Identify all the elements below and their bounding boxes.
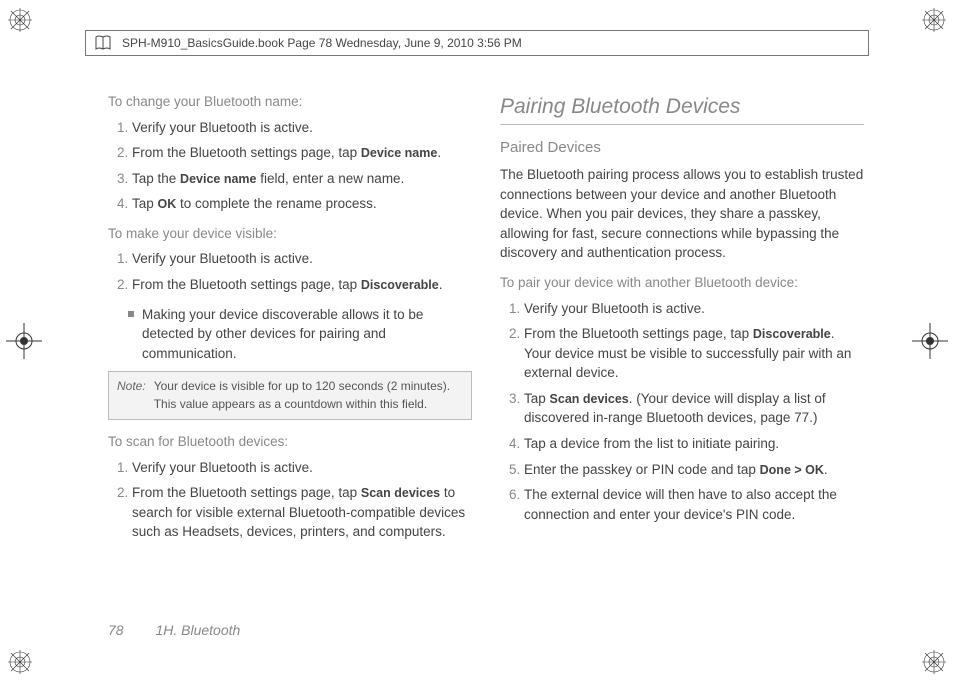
step-item: Enter the passkey or PIN code and tap Do… bbox=[524, 460, 864, 480]
page-number: 78 bbox=[108, 622, 124, 638]
step-item: The external device will then have to al… bbox=[524, 485, 864, 524]
page-footer: 78 1H. Bluetooth bbox=[108, 622, 240, 638]
step-text: Verify your Bluetooth is active. bbox=[524, 301, 705, 316]
sub-bullet-text: Making your device discoverable allows i… bbox=[142, 305, 472, 364]
step-text: From the Bluetooth settings page, tap bbox=[132, 485, 361, 500]
steps-list: Verify your Bluetooth is active. From the… bbox=[108, 458, 472, 542]
step-item: Tap OK to complete the rename process. bbox=[132, 194, 472, 214]
registration-mark-icon bbox=[912, 323, 948, 359]
steps-list: Verify your Bluetooth is active. From the… bbox=[108, 249, 472, 294]
step-text: field, enter a new name. bbox=[256, 171, 404, 186]
crop-mark-icon bbox=[922, 650, 946, 674]
step-item: Tap a device from the list to initiate p… bbox=[524, 434, 864, 454]
crop-mark-icon bbox=[922, 8, 946, 32]
paragraph: The Bluetooth pairing process allows you… bbox=[500, 165, 864, 263]
step-item: From the Bluetooth settings page, tap Di… bbox=[524, 324, 864, 383]
right-column: Pairing Bluetooth Devices Paired Devices… bbox=[500, 92, 864, 612]
ui-label: Discoverable bbox=[753, 327, 831, 341]
step-item: From the Bluetooth settings page, tap Di… bbox=[132, 275, 472, 295]
step-text: Tap bbox=[132, 196, 158, 211]
procedure-heading: To make your device visible: bbox=[108, 224, 472, 244]
step-text: Tap bbox=[524, 391, 550, 406]
step-item: Verify your Bluetooth is active. bbox=[132, 249, 472, 269]
sub-bullet: Making your device discoverable allows i… bbox=[128, 305, 472, 364]
ui-label: Scan devices bbox=[550, 392, 629, 406]
note-text: Your device is visible for up to 120 sec… bbox=[154, 378, 463, 413]
step-text: From the Bluetooth settings page, tap bbox=[132, 145, 361, 160]
step-text: . bbox=[439, 277, 443, 292]
step-item: Verify your Bluetooth is active. bbox=[132, 458, 472, 478]
registration-mark-icon bbox=[6, 323, 42, 359]
step-text: . bbox=[437, 145, 441, 160]
step-text: From the Bluetooth settings page, tap bbox=[132, 277, 361, 292]
step-text: Enter the passkey or PIN code and tap bbox=[524, 462, 760, 477]
ui-label: Device name bbox=[180, 172, 256, 186]
crop-mark-icon bbox=[8, 8, 32, 32]
footer-section: 1H. Bluetooth bbox=[155, 622, 240, 638]
step-text: to complete the rename process. bbox=[176, 196, 376, 211]
ui-label: Done > OK bbox=[760, 463, 824, 477]
step-text: From the Bluetooth settings page, tap bbox=[524, 326, 753, 341]
print-header-text: SPH-M910_BasicsGuide.book Page 78 Wednes… bbox=[122, 36, 522, 50]
step-item: Verify your Bluetooth is active. bbox=[132, 118, 472, 138]
procedure-heading: To pair your device with another Bluetoo… bbox=[500, 273, 864, 293]
step-text: Tap the bbox=[132, 171, 180, 186]
step-item: From the Bluetooth settings page, tap Sc… bbox=[132, 483, 472, 542]
note-label: Note: bbox=[117, 378, 146, 413]
step-text: The external device will then have to al… bbox=[524, 487, 837, 522]
print-header: SPH-M910_BasicsGuide.book Page 78 Wednes… bbox=[85, 30, 869, 56]
ui-label: Device name bbox=[361, 146, 437, 160]
step-text: Tap a device from the list to initiate p… bbox=[524, 436, 779, 451]
step-item: From the Bluetooth settings page, tap De… bbox=[132, 143, 472, 163]
ui-label: OK bbox=[158, 197, 177, 211]
step-item: Verify your Bluetooth is active. bbox=[524, 299, 864, 319]
steps-list: Verify your Bluetooth is active. From the… bbox=[108, 118, 472, 214]
square-bullet-icon bbox=[128, 311, 134, 317]
step-text: Verify your Bluetooth is active. bbox=[132, 460, 313, 475]
step-item: Tap the Device name field, enter a new n… bbox=[132, 169, 472, 189]
ui-label: Scan devices bbox=[361, 486, 440, 500]
left-column: To change your Bluetooth name: Verify yo… bbox=[108, 92, 472, 612]
procedure-heading: To scan for Bluetooth devices: bbox=[108, 432, 472, 452]
note-box: Note: Your device is visible for up to 1… bbox=[108, 371, 472, 420]
steps-list: Verify your Bluetooth is active. From the… bbox=[500, 299, 864, 525]
step-text: Verify your Bluetooth is active. bbox=[132, 120, 313, 135]
step-text: . bbox=[824, 462, 828, 477]
page-content: To change your Bluetooth name: Verify yo… bbox=[108, 92, 864, 612]
crop-mark-icon bbox=[8, 650, 32, 674]
procedure-heading: To change your Bluetooth name: bbox=[108, 92, 472, 112]
ui-label: Discoverable bbox=[361, 278, 439, 292]
step-item: Tap Scan devices. (Your device will disp… bbox=[524, 389, 864, 428]
section-title: Pairing Bluetooth Devices bbox=[500, 92, 864, 125]
subsection-heading: Paired Devices bbox=[500, 137, 864, 159]
step-text: Verify your Bluetooth is active. bbox=[132, 251, 313, 266]
book-icon bbox=[94, 34, 112, 52]
